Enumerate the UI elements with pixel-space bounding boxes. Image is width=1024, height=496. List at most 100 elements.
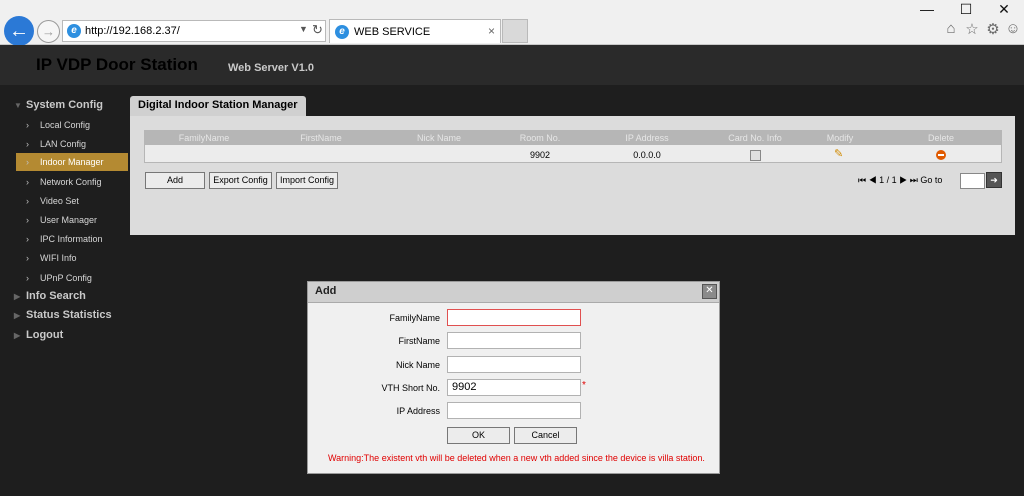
vth-short-no-label: VTH Short No.	[381, 383, 440, 393]
goto-page-input[interactable]	[960, 173, 985, 189]
ok-button[interactable]: OK	[447, 427, 510, 444]
refresh-icon[interactable]: ↻	[312, 22, 323, 38]
room-no-cell: 9902	[529, 150, 551, 160]
column-header: IP Address	[625, 133, 669, 143]
export-config-button[interactable]: Export Config	[209, 172, 272, 189]
sidebar-item-label: UPnP Config	[40, 273, 92, 283]
app-title: IP VDP Door Station	[36, 55, 198, 74]
ip-address-label: IP Address	[396, 406, 440, 416]
sidebar-item-label: WIFI Info	[40, 253, 77, 263]
tab-title: WEB SERVICE	[354, 26, 431, 38]
next-page-icon[interactable]: ▶	[899, 175, 907, 185]
column-header: Card No. Info	[728, 133, 782, 143]
cancel-button[interactable]: Cancel	[514, 427, 577, 444]
card-no-checkbox[interactable]	[750, 150, 761, 161]
chevron-right-icon: ›	[26, 234, 29, 244]
sidebar-item-label: User Manager	[40, 215, 98, 225]
edit-icon[interactable]: ✎	[834, 147, 843, 160]
vth-short-no-input[interactable]: 9902	[447, 379, 581, 396]
dialog-close-icon[interactable]: ✕	[702, 284, 717, 299]
sidebar-item-upnp-config[interactable]: › UPnP Config	[16, 269, 128, 287]
smiley-icon[interactable]: ☺	[1003, 20, 1023, 40]
prev-page-icon[interactable]: ◀	[869, 175, 877, 185]
close-window-button[interactable]: ✕	[985, 0, 1023, 20]
menu-status-statistics[interactable]: ▶ Status Statistics	[14, 309, 112, 321]
dialog-header	[308, 282, 719, 303]
menu-info-search[interactable]: ▶ Info Search	[14, 290, 86, 302]
sidebar-item-label: Network Config	[40, 177, 102, 187]
caret-right-icon: ▶	[14, 331, 21, 340]
chevron-down-icon[interactable]: ▼	[299, 24, 308, 34]
menu-status-statistics-label: Status Statistics	[26, 309, 112, 321]
goto-label: Go to	[920, 175, 943, 185]
chevron-right-icon: ›	[26, 139, 29, 149]
sidebar-item-user-manager[interactable]: › User Manager	[16, 211, 128, 229]
pager: ⏮ ◀ 1 / 1 ▶ ⏭ Go to	[858, 175, 942, 186]
sidebar-item-indoor-manager[interactable]: › Indoor Manager	[16, 153, 128, 171]
ie-icon: e	[335, 25, 349, 39]
first-name-input[interactable]	[447, 332, 581, 349]
import-config-button[interactable]: Import Config	[276, 172, 338, 189]
browser-tab[interactable]: e WEB SERVICE ×	[329, 19, 501, 43]
new-tab-button[interactable]	[502, 19, 528, 43]
warning-text: Warning:The existent vth will be deleted…	[328, 453, 705, 463]
chevron-right-icon: ›	[26, 273, 29, 283]
caret-down-icon: ▼	[14, 101, 22, 110]
column-header: FirstName	[300, 133, 342, 143]
star-icon[interactable]: ☆	[962, 20, 982, 40]
forward-button[interactable]: →	[37, 20, 60, 43]
tab-close-icon[interactable]: ×	[488, 24, 495, 38]
chevron-right-icon: ›	[26, 120, 29, 130]
dialog-title: Add	[315, 285, 337, 297]
maximize-button[interactable]: ☐	[947, 0, 985, 20]
sidebar-item-lan-config[interactable]: › LAN Config	[16, 135, 128, 153]
chevron-right-icon: ›	[26, 253, 29, 263]
last-page-icon[interactable]: ⏭	[910, 175, 918, 185]
menu-system-config-label: System Config	[26, 99, 104, 111]
go-arrow-icon[interactable]: ➜	[986, 172, 1002, 188]
sidebar-item-network-config[interactable]: › Network Config	[16, 173, 128, 191]
sidebar-item-video-set[interactable]: › Video Set	[16, 192, 128, 210]
column-header: Modify	[826, 133, 854, 143]
column-header: Delete	[927, 133, 954, 143]
address-bar[interactable]: e http://192.168.2.37/ ▼ ↻	[62, 20, 326, 42]
sidebar-item-label: LAN Config	[40, 139, 87, 149]
sidebar-item-label: Local Config	[40, 120, 91, 130]
sidebar-item-wifi-info[interactable]: › WIFI Info	[16, 249, 128, 267]
gear-icon[interactable]: ⚙	[983, 20, 1003, 40]
chevron-right-icon: ›	[26, 215, 29, 225]
column-header: Room No.	[519, 133, 561, 143]
first-name-label: FirstName	[398, 336, 440, 346]
sidebar-item-ipc-information[interactable]: › IPC Information	[16, 230, 128, 248]
app-version: Web Server V1.0	[228, 62, 315, 74]
minimize-button[interactable]: —	[908, 0, 946, 20]
chevron-right-icon: ›	[26, 157, 29, 167]
menu-logout-label: Logout	[26, 329, 64, 341]
tab-digital-indoor-station-manager[interactable]: Digital Indoor Station Manager	[130, 96, 306, 116]
nick-name-label: Nick Name	[395, 360, 440, 370]
caret-right-icon: ▶	[14, 292, 21, 301]
sidebar-item-label: Indoor Manager	[40, 157, 104, 167]
delete-icon[interactable]	[936, 150, 946, 160]
sidebar-item-label: IPC Information	[40, 234, 103, 244]
add-button[interactable]: Add	[145, 172, 205, 189]
chevron-right-icon: ›	[26, 196, 29, 206]
nick-name-input[interactable]	[447, 356, 581, 373]
sidebar-item-label: Video Set	[40, 196, 79, 206]
home-icon[interactable]: ⌂	[941, 20, 961, 40]
address-url[interactable]: http://192.168.2.37/	[85, 25, 180, 37]
back-button[interactable]: ←	[4, 16, 34, 46]
column-header: Nick Name	[416, 133, 461, 143]
ie-icon: e	[67, 24, 81, 38]
required-marker: *	[582, 380, 586, 391]
menu-logout[interactable]: ▶ Logout	[14, 329, 63, 341]
family-name-input[interactable]	[447, 309, 581, 326]
family-name-label: FamilyName	[389, 313, 440, 323]
page-indicator: 1 / 1	[879, 175, 897, 185]
ip-address-input[interactable]	[447, 402, 581, 419]
sidebar-item-local-config[interactable]: › Local Config	[16, 116, 128, 134]
menu-info-search-label: Info Search	[26, 290, 86, 302]
menu-system-config[interactable]: ▼ System Config	[14, 99, 103, 111]
caret-right-icon: ▶	[14, 311, 21, 320]
first-page-icon[interactable]: ⏮	[858, 175, 866, 185]
